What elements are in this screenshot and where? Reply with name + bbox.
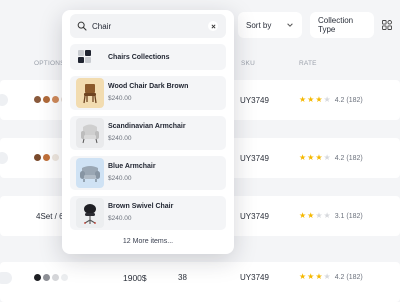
product-price: $240.00 bbox=[108, 135, 132, 142]
blue-armchair-icon bbox=[76, 158, 104, 188]
grid-view-icon bbox=[382, 20, 392, 30]
search-box[interactable] bbox=[70, 14, 226, 38]
search-icon bbox=[72, 21, 92, 31]
color-options bbox=[34, 153, 61, 162]
product-price: $240.00 bbox=[108, 215, 132, 222]
star-rating: ★★★★ 4.2 (182) bbox=[299, 95, 363, 104]
color-swatch[interactable] bbox=[34, 274, 41, 282]
grid-view-button[interactable] bbox=[376, 12, 398, 38]
column-header-sku: SKU bbox=[241, 60, 255, 67]
rating-value: 3.1 (182) bbox=[334, 213, 363, 220]
price-value: 1900$ bbox=[123, 273, 147, 283]
sku-value: UY3749 bbox=[240, 154, 269, 163]
search-result-product[interactable]: Wood Chair Dark Brown $240.00 bbox=[70, 76, 226, 110]
wood-chair-icon bbox=[76, 78, 104, 108]
sku-value: UY3749 bbox=[240, 273, 269, 282]
row-pill bbox=[0, 94, 8, 106]
color-swatch[interactable] bbox=[43, 154, 50, 162]
search-dropdown: Chairs Collections Wood Chair Dark Brown… bbox=[62, 10, 234, 254]
rating-value: 4.2 (182) bbox=[334, 274, 363, 281]
column-header-options: OPTIONS bbox=[34, 60, 65, 67]
star-rating: ★★★★ 3.1 (182) bbox=[299, 211, 363, 220]
color-swatch[interactable] bbox=[43, 274, 50, 282]
sort-by-label: Sort by bbox=[246, 20, 272, 30]
search-result-product[interactable]: Blue Armchair $240.00 bbox=[70, 156, 226, 190]
color-swatch[interactable] bbox=[61, 274, 68, 282]
armchair-icon bbox=[76, 118, 104, 148]
search-result-product[interactable]: Brown Swivel Chair $240.00 bbox=[70, 196, 226, 230]
search-input[interactable] bbox=[92, 21, 202, 31]
star-rating: ★★★★ 4.2 (182) bbox=[299, 272, 363, 281]
color-swatch[interactable] bbox=[43, 96, 50, 104]
product-name: Wood Chair Dark Brown bbox=[108, 83, 189, 90]
color-swatch[interactable] bbox=[52, 96, 59, 104]
close-icon bbox=[211, 24, 215, 28]
swivel-chair-icon bbox=[76, 198, 104, 228]
more-items-link[interactable]: 12 More items... bbox=[62, 238, 234, 245]
collection-type-filter[interactable]: Collection Type bbox=[310, 12, 374, 38]
product-price: $240.00 bbox=[108, 95, 132, 102]
clear-search-button[interactable] bbox=[208, 21, 218, 31]
color-options bbox=[34, 273, 70, 282]
quantity-value: 38 bbox=[178, 273, 187, 282]
sku-value: UY3749 bbox=[240, 96, 269, 105]
column-header-rate: RATE bbox=[299, 60, 317, 67]
search-result-product[interactable]: Scandinavian Armchair $240.00 bbox=[70, 116, 226, 150]
color-swatch[interactable] bbox=[34, 96, 41, 104]
table-row[interactable]: 1900$ 38 UY3749 ★★★★ 4.2 (182) bbox=[0, 262, 400, 302]
collection-type-label: Collection Type bbox=[318, 16, 354, 34]
sort-by-dropdown[interactable]: Sort by bbox=[238, 12, 302, 38]
collection-label: Chairs Collections bbox=[108, 53, 170, 61]
option-text: 4Set / 6 bbox=[36, 212, 64, 221]
product-price: $240.00 bbox=[108, 175, 132, 182]
star-rating: ★★★★ 4.2 (182) bbox=[299, 153, 363, 162]
sku-value: UY3749 bbox=[240, 212, 269, 221]
row-pill bbox=[0, 152, 8, 164]
color-swatch[interactable] bbox=[34, 154, 41, 162]
rating-value: 4.2 (182) bbox=[334, 155, 363, 162]
rating-value: 4.2 (182) bbox=[334, 97, 363, 104]
chevron-down-icon bbox=[287, 23, 293, 27]
collection-icon bbox=[78, 50, 92, 64]
product-name: Brown Swivel Chair bbox=[108, 203, 174, 210]
product-name: Blue Armchair bbox=[108, 163, 156, 170]
color-swatch[interactable] bbox=[52, 154, 59, 162]
product-name: Scandinavian Armchair bbox=[108, 123, 186, 130]
color-swatch[interactable] bbox=[52, 274, 59, 282]
search-result-collection[interactable]: Chairs Collections bbox=[70, 44, 226, 70]
row-pill bbox=[0, 272, 12, 284]
